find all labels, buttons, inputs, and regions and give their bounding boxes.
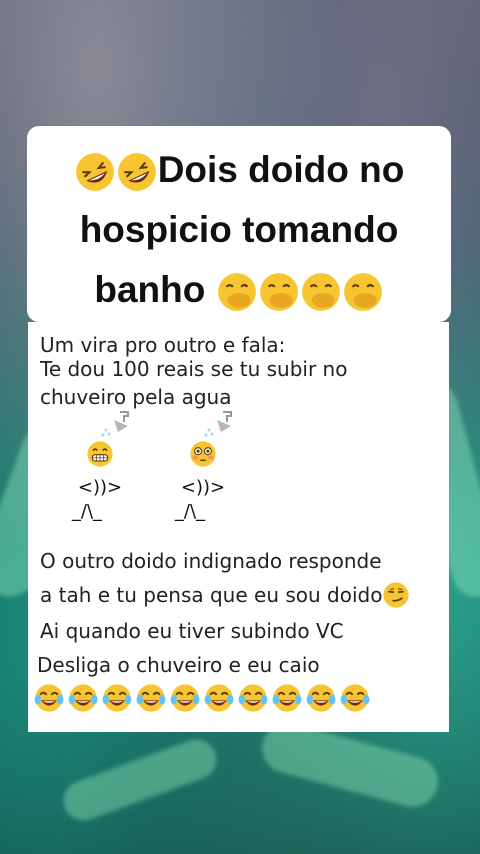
tears-of-joy-row xyxy=(33,682,371,714)
face-with-tears-of-joy-icon xyxy=(204,684,234,712)
rolling-on-floor-laughing-icon xyxy=(117,153,156,192)
joke-line-6: Ai quando eu tiver subindo VC xyxy=(40,619,344,643)
face-with-hand-over-mouth-icon xyxy=(301,273,340,312)
stick-figure-right: <))> _/\_ xyxy=(163,410,243,524)
joke-line-5: a tah e tu pensa que eu sou doido xyxy=(40,581,410,609)
face-with-hand-over-mouth-icon xyxy=(343,273,382,312)
face-with-tears-of-joy-icon xyxy=(340,684,370,712)
joke-line-2: Te dou 100 reais se tu subir no xyxy=(40,357,348,381)
face-with-tears-of-joy-icon xyxy=(272,684,302,712)
joke-line-3: chuveiro pela agua xyxy=(40,385,232,409)
face-with-tears-of-joy-icon xyxy=(170,684,200,712)
face-with-tears-of-joy-icon xyxy=(136,684,166,712)
face-with-tears-of-joy-icon xyxy=(238,684,268,712)
figure-legs: _/\_ xyxy=(174,501,206,522)
stick-figure-left: <))> _/\_ xyxy=(60,410,140,524)
face-with-tears-of-joy-icon xyxy=(34,684,64,712)
face-with-tears-of-joy-icon xyxy=(306,684,336,712)
post-title: Dois doido no hospicio tomando banho xyxy=(30,140,448,320)
joke-line-5-text: a tah e tu pensa que eu sou doido xyxy=(40,583,383,607)
joke-line-4: O outro doido indignado responde xyxy=(40,549,382,573)
figure-body: <))> xyxy=(77,477,123,498)
face-with-tears-of-joy-icon xyxy=(68,684,98,712)
rolling-on-floor-laughing-icon xyxy=(75,153,114,192)
face-with-hand-over-mouth-icon xyxy=(259,273,298,312)
face-with-tears-of-joy-icon xyxy=(102,684,132,712)
figure-legs: _/\_ xyxy=(71,501,103,522)
joke-line-7: Desliga o chuveiro e eu caio xyxy=(37,653,320,677)
face-with-hand-over-mouth-icon xyxy=(217,273,256,312)
flushed-face-icon xyxy=(190,441,216,467)
figure-body: <))> xyxy=(180,477,226,498)
shower-icon xyxy=(204,411,232,437)
joke-line-1: Um vira pro outro e fala: xyxy=(40,333,286,357)
shower-icon xyxy=(101,411,129,437)
grimacing-face-icon xyxy=(87,441,113,467)
smirking-face-icon xyxy=(383,581,410,608)
